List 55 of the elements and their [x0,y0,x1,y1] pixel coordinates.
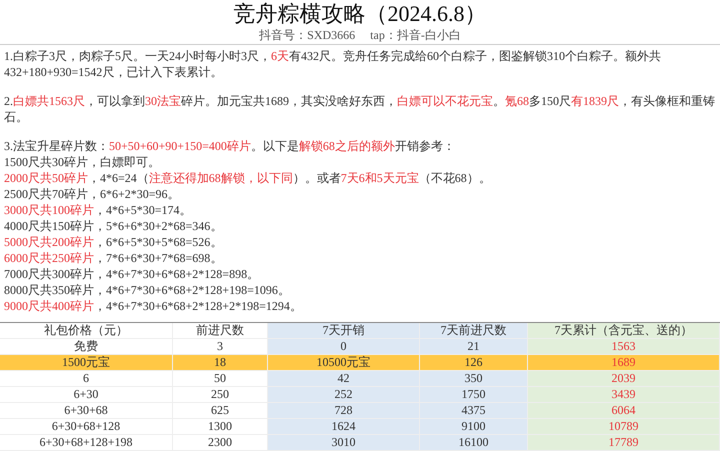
text-line: 1500尺共30碎片，白嫖即可。 [4,154,161,170]
table-cell: 126 [420,355,528,371]
table-cell: 625 [173,403,268,419]
table-cell: 6+30+68+128 [0,419,173,435]
text-line: 2000尺共50碎片，4*6=24（注意还得加68解锁，以下同）。或者7天6和5天元宝（不花68）。 [4,170,492,186]
text-line: 4000尺共150碎片，5*6+6*30+2*68=346。 [4,218,224,234]
page-title: 竞舟粽横攻略（2024.6.8） [232,0,488,28]
table-cell: 2300 [173,435,268,451]
text-line: 3000尺共100碎片，4*6+5*30=174。 [4,202,193,218]
table-cell: 1624 [268,419,420,435]
text-line: 6000尺共250碎片，7*6+6*30+7*68=698。 [4,250,224,266]
column-header: 前进尺数 [173,323,268,339]
table-cell: 免费 [0,339,173,355]
table-cell: 10500元宝 [268,355,420,371]
text-line: 2500尺共70碎片，6*6+2*30=96。 [4,186,181,202]
table-cell: 3010 [268,435,420,451]
table-cell: 0 [268,339,420,355]
table-cell: 6+30+68+128+198 [0,435,173,451]
text-line: 3.法宝升星碎片数：50+50+60+90+150=400碎片。以下是解锁68之后的额外开销参考： [4,138,456,154]
table-cell: 50 [173,371,268,387]
text-line: 8000尺共350碎片，4*6+7*30+6*68+2*128+198=1096。 [4,282,291,298]
table-cell: 3 [173,339,268,355]
table-cell: 6064 [528,403,720,419]
table-cell: 10789 [528,419,720,435]
table-cell: 6+30 [0,387,173,403]
column-header: 礼包价格（元） [0,323,173,339]
table-cell: 9100 [420,419,528,435]
table-cell: 6+30+68 [0,403,173,419]
table-cell: 2039 [528,371,720,387]
table-cell: 1300 [173,419,268,435]
text-line: 5000尺共200碎片，6*6+5*30+5*68=526。 [4,234,224,250]
table-cell: 4375 [420,403,528,419]
table-cell: 728 [268,403,420,419]
column-header: 7天开销 [268,323,420,339]
table-cell: 3439 [528,387,720,403]
column-header: 7天累计（含元宝、送的） [528,323,720,339]
table-cell: 21 [420,339,528,355]
table-cell: 17789 [528,435,720,451]
table-cell: 252 [268,387,420,403]
column-header: 7天前进尺数 [420,323,528,339]
text-line: 7000尺共300碎片，4*6+7*30+6*68+2*128=898。 [4,266,260,282]
table-cell: 16100 [420,435,528,451]
table-cell: 250 [173,387,268,403]
table-cell: 1750 [420,387,528,403]
table-cell: 350 [420,371,528,387]
text-line: 9000尺共400碎片，4*6+7*30+6*68+2*128+2*198=1294。 [4,298,303,314]
text-line: 2.白嫖共1563尺，可以拿到30法宝碎片。加元宝共1689，其实没啥好东西，白嫖可以不花元宝。氪68多150尺有1839尺，有头像框和重铸石。 [4,93,716,125]
table-cell: 42 [268,371,420,387]
table-cell: 18 [173,355,268,371]
table-cell: 6 [0,371,173,387]
table-cell: 1500元宝 [0,355,173,371]
text-line: 1.白粽子3尺，肉粽子5尺。一天24小时每小时3尺，6天有432尺。竞舟任务完成给60个白粽子，图鉴解锁310个白粽子。额外共432+180+930=1542尺，已计入下表累计。 [4,48,662,80]
author-info: 抖音号：SXD3666 tap：抖音-白小白 [0,28,720,45]
table-cell: 1689 [528,355,720,371]
table-cell: 1563 [528,339,720,355]
